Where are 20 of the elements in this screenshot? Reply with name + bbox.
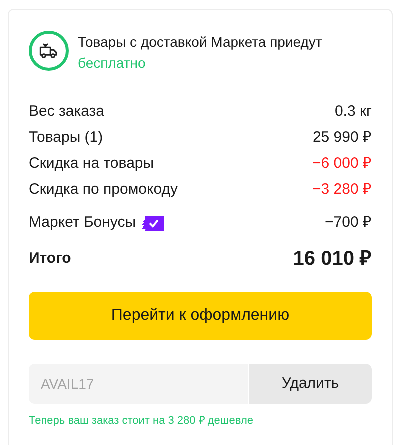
summary-value: 0.3 кг xyxy=(334,102,372,122)
checkmark-badge-icon xyxy=(142,216,164,230)
summary-label: Товары (1) xyxy=(29,128,104,148)
promo-code-field[interactable]: AVAIL17 xyxy=(29,364,248,404)
gift-truck-icon xyxy=(39,41,59,61)
total-value: 16 010 ₽ xyxy=(293,247,372,272)
free-delivery-label: бесплатно xyxy=(78,54,147,73)
summary-label: Скидка на товары xyxy=(29,154,154,174)
summary-value: −700 ₽ xyxy=(325,212,372,233)
summary-value: −3 280 ₽ xyxy=(312,180,372,200)
summary-label: Скидка по промокоду xyxy=(29,180,178,200)
checkout-button[interactable]: Перейти к оформлению xyxy=(29,292,372,340)
summary-value: 25 990 ₽ xyxy=(312,128,372,148)
summary-value: −6 000 ₽ xyxy=(312,154,372,174)
total-label: Итого xyxy=(29,248,72,269)
promo-success-message: Теперь ваш заказ стоит на 3 280 ₽ дешевле xyxy=(29,414,254,429)
summary-label: Вес заказа xyxy=(29,102,105,122)
summary-label: Маркет Бонусы xyxy=(29,212,136,233)
delivery-notice: Товары с доставкой Маркета приедут xyxy=(78,33,322,52)
remove-promo-button[interactable]: Удалить xyxy=(249,364,372,404)
